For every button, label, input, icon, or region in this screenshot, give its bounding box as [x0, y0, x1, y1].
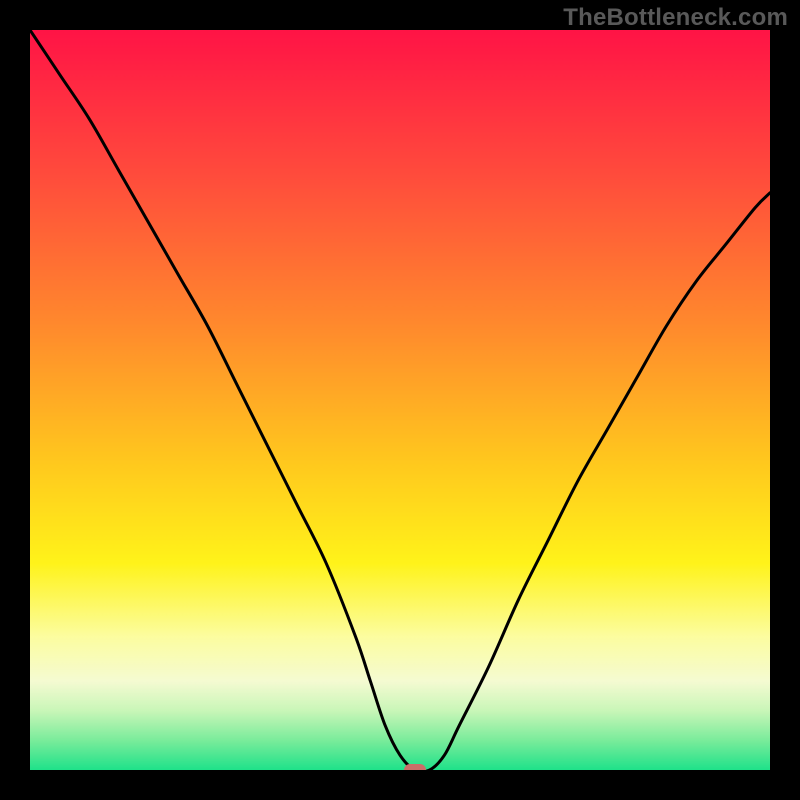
watermark-text: TheBottleneck.com [563, 4, 788, 32]
chart-frame: TheBottleneck.com [0, 0, 800, 800]
plot-area [30, 30, 770, 770]
optimum-marker [404, 764, 426, 770]
curve-layer [30, 30, 770, 770]
bottleneck-curve [30, 30, 770, 770]
